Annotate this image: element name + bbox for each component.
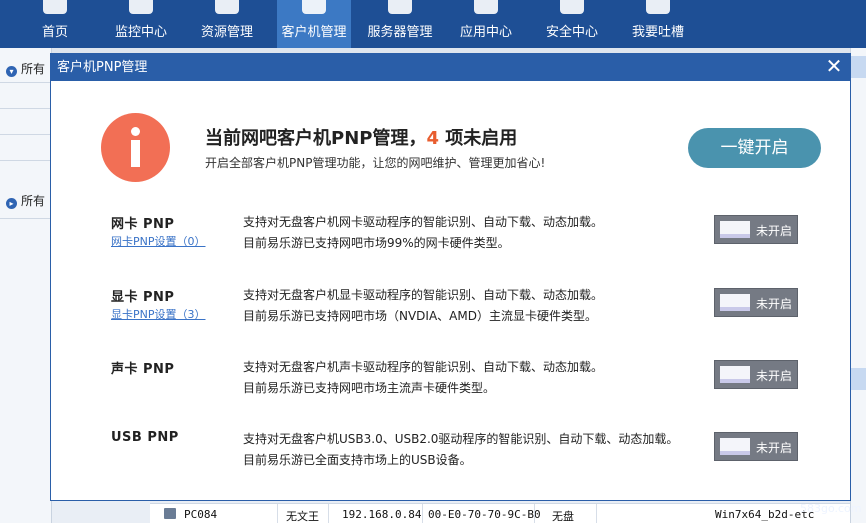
pnp-usb-desc-2: 目前易乐游已全面支持市场上的USB设备。 [243, 453, 472, 467]
pnp-usb-toggle[interactable]: 未开启 [714, 432, 798, 461]
chevron-down-icon: ▾ [6, 66, 17, 77]
toggle-label: 未开启 [756, 369, 793, 383]
pnp-sound-name: 声卡 PNP [111, 362, 175, 377]
watermark: 583go.com [800, 502, 862, 515]
toggle-label: 未开启 [756, 224, 793, 238]
pnp-graphics-toggle[interactable]: 未开启 [714, 288, 798, 317]
nav-resources-label: 资源管理 [200, 25, 253, 40]
disabled-count: 4 [426, 128, 439, 149]
close-icon[interactable]: ✕ [824, 56, 844, 77]
nav-monitor[interactable]: 监控中心 [104, 0, 178, 48]
table-row[interactable]: PC084 无文王 192.168.0.84 00-E0-70-70-9C-B0… [150, 503, 850, 523]
client-disk: 无盘 [552, 510, 574, 523]
nav-client-management[interactable]: 客户机管理 [277, 0, 351, 48]
column-divider [277, 504, 278, 523]
divider [0, 82, 52, 83]
divider [0, 218, 52, 219]
toggle-knob [720, 366, 750, 383]
top-nav: 首页 监控中心 资源管理 客户机管理 服务器管理 应用中心 安全中心 我要吐槽 [0, 0, 866, 48]
nav-feedback[interactable]: 我要吐槽 [621, 0, 695, 48]
client-mac: 00-E0-70-70-9C-B0 [428, 508, 541, 521]
nav-app-center[interactable]: 应用中心 [449, 0, 523, 48]
dialog-title-bar: 客户机PNP管理 ✕ [51, 54, 850, 81]
chat-icon [646, 0, 670, 14]
divider [0, 108, 52, 109]
app-icon [474, 0, 498, 14]
home-icon [43, 0, 67, 14]
sidebar-group-all-2[interactable]: ▸ 所有 [6, 192, 52, 212]
pnp-row-usb: USB PNP 支持对无盘客户机USB3.0、USB2.0驱动程序的智能识别、自… [51, 426, 850, 476]
toggle-knob [720, 294, 750, 311]
pnp-graphics-desc-1: 支持对无盘客户机显卡驱动程序的智能识别、自动下载、动态加载。 [243, 288, 604, 302]
gamepad-icon [215, 0, 239, 14]
pnp-sound-desc-1: 支持对无盘客户机声卡驱动程序的智能识别、自动下载、动态加载。 [243, 360, 604, 374]
pnp-sound-desc-2: 目前易乐游已支持网吧市场主流声卡硬件类型。 [243, 381, 496, 395]
nav-app-center-label: 应用中心 [459, 25, 512, 40]
nav-server-management[interactable]: 服务器管理 [363, 0, 437, 48]
client-user: 无文王 [286, 510, 319, 523]
pnp-sound-toggle[interactable]: 未开启 [714, 360, 798, 389]
pnp-usb-name: USB PNP [111, 430, 179, 445]
chevron-right-icon: ▸ [6, 198, 17, 209]
pnp-row-graphics: 显卡 PNP 显卡PNP设置（3） 支持对无盘客户机显卡驱动程序的智能识别、自动… [51, 282, 850, 332]
status-subline: 开启全部客户机PNP管理功能，让您的网吧维护、管理更加省心! [205, 156, 546, 170]
pnp-graphics-desc-2: 目前易乐游已支持网吧市场（NVDIA、AMD）主流显卡硬件类型。 [243, 309, 597, 323]
nav-home[interactable]: 首页 [18, 0, 92, 48]
pnp-network-toggle[interactable]: 未开启 [714, 215, 798, 244]
pnp-row-network: 网卡 PNP 网卡PNP设置（0） 支持对无盘客户机网卡驱动程序的智能识别、自动… [51, 209, 850, 259]
column-divider [534, 504, 535, 523]
divider [0, 134, 52, 135]
info-icon-dot [131, 127, 140, 136]
background-row-highlight [851, 368, 866, 390]
client-ip: 192.168.0.84 [342, 508, 422, 521]
toggle-knob [720, 438, 750, 455]
column-divider [596, 504, 597, 523]
computer-icon [164, 508, 176, 519]
nav-server-management-label: 服务器管理 [367, 25, 433, 40]
nav-feedback-label: 我要吐槽 [631, 25, 684, 40]
nav-security-center-label: 安全中心 [545, 25, 598, 40]
sidebar-group-all-label: 所有 [21, 62, 46, 76]
client-name: PC084 [184, 508, 218, 521]
pnp-network-desc-2: 目前易乐游已支持网吧市场99%的网卡硬件类型。 [243, 236, 510, 250]
info-icon [101, 113, 170, 182]
divider [0, 160, 52, 161]
toggle-knob [720, 221, 750, 238]
server-icon [388, 0, 412, 14]
monitor-icon [129, 0, 153, 14]
pnp-network-desc-1: 支持对无盘客户机网卡驱动程序的智能识别、自动下载、动态加载。 [243, 215, 604, 229]
nav-security-center[interactable]: 安全中心 [535, 0, 609, 48]
status-headline: 当前网吧客户机PNP管理，4 项未启用 [205, 124, 517, 150]
pnp-management-dialog: 客户机PNP管理 ✕ 当前网吧客户机PNP管理，4 项未启用 开启全部客户机PN… [50, 53, 851, 501]
pnp-graphics-name: 显卡 PNP [111, 290, 175, 305]
info-icon-bar [131, 140, 140, 167]
pnp-graphics-settings-link[interactable]: 显卡PNP设置（3） [111, 306, 206, 322]
nav-home-label: 首页 [41, 25, 68, 40]
computer-icon [302, 0, 326, 14]
background-scroll-area [850, 48, 866, 523]
headline-suffix: 项未启用 [438, 128, 518, 149]
nav-resources[interactable]: 资源管理 [190, 0, 264, 48]
sidebar-group-all[interactable]: ▾ 所有 [6, 60, 52, 80]
column-divider [328, 504, 329, 523]
background-row-highlight [851, 56, 866, 78]
column-divider [422, 504, 423, 523]
pnp-network-settings-link[interactable]: 网卡PNP设置（0） [111, 233, 206, 249]
background-sidebar: ▾ 所有 ▸ 所有 [0, 48, 52, 523]
nav-monitor-label: 监控中心 [114, 25, 167, 40]
toggle-label: 未开启 [756, 441, 793, 455]
pnp-usb-desc-1: 支持对无盘客户机USB3.0、USB2.0驱动程序的智能识别、自动下载、动态加载… [243, 432, 679, 446]
pnp-network-name: 网卡 PNP [111, 217, 175, 232]
pnp-row-sound: 声卡 PNP 支持对无盘客户机声卡驱动程序的智能识别、自动下载、动态加载。 目前… [51, 354, 850, 404]
enable-all-button[interactable]: 一键开启 [688, 128, 821, 168]
sidebar-group-all-2-label: 所有 [21, 194, 46, 208]
dialog-title: 客户机PNP管理 [57, 60, 148, 75]
nav-client-management-label: 客户机管理 [281, 25, 347, 40]
shield-icon [560, 0, 584, 14]
toggle-label: 未开启 [756, 297, 793, 311]
headline-prefix: 当前网吧客户机PNP管理， [205, 128, 427, 149]
